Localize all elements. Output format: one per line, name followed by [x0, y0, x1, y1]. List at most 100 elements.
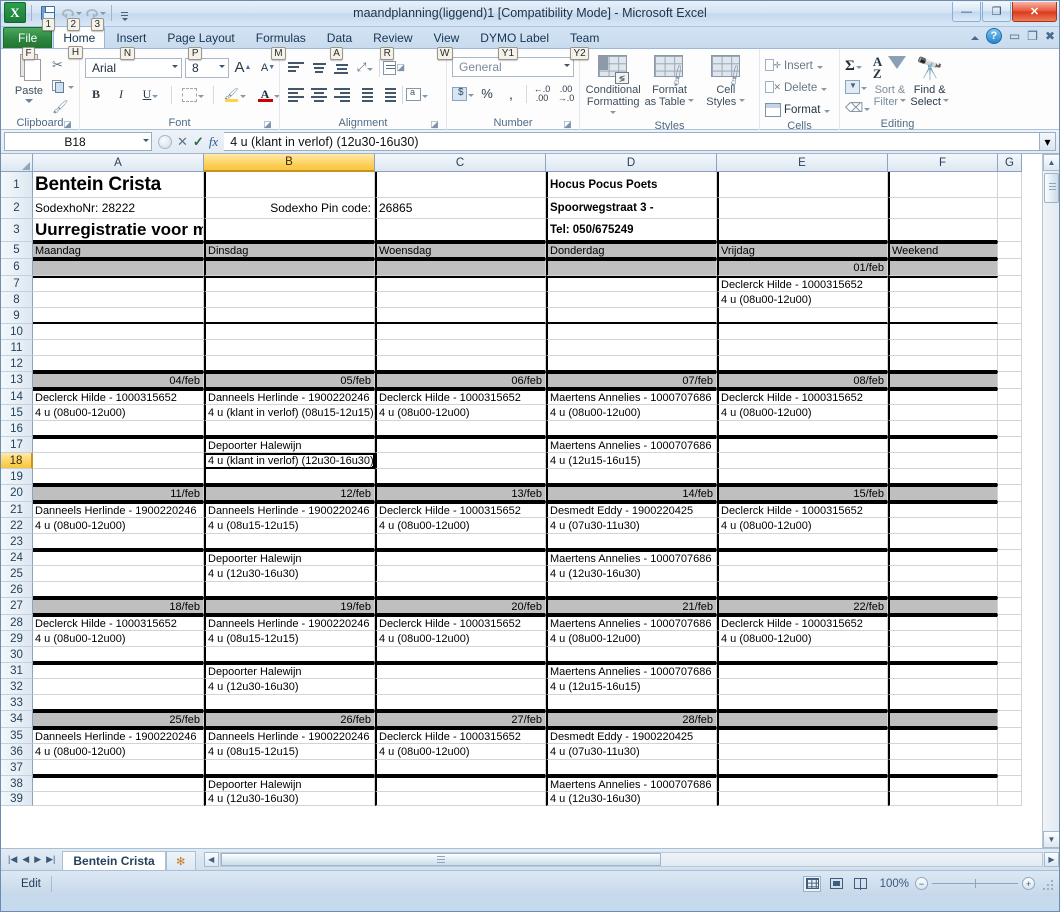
cell-B33[interactable]: [204, 695, 375, 711]
cell-E18[interactable]: [717, 453, 888, 469]
zoom-track[interactable]: [932, 879, 1018, 888]
column-header-c[interactable]: C: [375, 154, 546, 172]
cell-C5[interactable]: Woensdag: [375, 242, 546, 259]
cell-B7[interactable]: [204, 276, 375, 292]
resize-grip-icon[interactable]: [1041, 878, 1053, 890]
cell-A1[interactable]: Bentein Crista: [33, 172, 204, 198]
row-header-24[interactable]: 24: [1, 550, 33, 566]
shrink-font-button[interactable]: A ▼: [257, 57, 279, 78]
italic-button[interactable]: I: [110, 84, 132, 105]
cell-F11[interactable]: [888, 340, 998, 356]
zoom-slider[interactable]: − +: [915, 877, 1035, 890]
confirm-entry-button[interactable]: ✓: [193, 134, 204, 150]
cell-G31[interactable]: [998, 663, 1022, 679]
cell-G7[interactable]: [998, 276, 1022, 292]
align-right-button[interactable]: [331, 84, 353, 105]
cell-E19[interactable]: [717, 469, 888, 485]
cell-D2[interactable]: Spoorwegstraat 3 -: [546, 198, 717, 219]
cell-F36[interactable]: [888, 744, 998, 760]
cell-F30[interactable]: [888, 647, 998, 663]
row-header-12[interactable]: 12: [1, 356, 33, 372]
cell-C38[interactable]: [375, 776, 546, 792]
cell-C33[interactable]: [375, 695, 546, 711]
tab-dymo-label[interactable]: DYMO Label Y1: [470, 27, 559, 60]
cell-C17[interactable]: [375, 437, 546, 453]
cell-B20[interactable]: 12/feb: [204, 485, 375, 502]
cell-D28[interactable]: Maertens Annelies - 1000707686: [546, 615, 717, 631]
cell-C19[interactable]: [375, 469, 546, 485]
cell-C32[interactable]: [375, 679, 546, 695]
select-all-button[interactable]: [1, 154, 33, 172]
cell-D22[interactable]: 4 u (07u30-11u30): [546, 518, 717, 534]
row-header-36[interactable]: 36: [1, 744, 33, 760]
row-header-22[interactable]: 22: [1, 518, 33, 534]
increase-indent-button[interactable]: [377, 84, 399, 105]
cell-B24[interactable]: Depoorter Halewijn: [204, 550, 375, 566]
close-button[interactable]: ✕: [1012, 2, 1057, 22]
insert-function-button[interactable]: fx: [209, 134, 218, 150]
cell-F2[interactable]: [888, 198, 998, 219]
horizontal-scrollbar[interactable]: ◀ ▶: [196, 852, 1059, 867]
cell-E3[interactable]: [717, 219, 888, 242]
row-header-33[interactable]: 33: [1, 695, 33, 711]
cell-E29[interactable]: 4 u (08u00-12u00): [717, 631, 888, 647]
cell-B10[interactable]: [204, 324, 375, 340]
help-icon[interactable]: ?: [985, 28, 1002, 44]
restore-workbook-icon[interactable]: ❐: [1027, 29, 1038, 43]
cell-B6[interactable]: [204, 259, 375, 276]
cell-E2[interactable]: [717, 198, 888, 219]
cell-A24[interactable]: [33, 550, 204, 566]
dialog-launcher-icon[interactable]: ◪: [430, 120, 439, 129]
cell-E12[interactable]: [717, 356, 888, 372]
row-header-7[interactable]: 7: [1, 276, 33, 292]
cell-C37[interactable]: [375, 760, 546, 776]
cell-E21[interactable]: Declerck Hilde - 1000315652: [717, 502, 888, 518]
cell-C11[interactable]: [375, 340, 546, 356]
cell-G28[interactable]: [998, 615, 1022, 631]
cell-E22[interactable]: 4 u (08u00-12u00): [717, 518, 888, 534]
expand-formula-bar-button[interactable]: ▾: [1040, 132, 1056, 151]
cell-C25[interactable]: [375, 566, 546, 582]
cell-F33[interactable]: [888, 695, 998, 711]
cell-C9[interactable]: [375, 308, 546, 324]
cell-A20[interactable]: 11/feb: [33, 485, 204, 502]
underline-button[interactable]: U: [135, 84, 166, 105]
cell-G3[interactable]: [998, 219, 1022, 242]
cell-D39[interactable]: 4 u (12u30-16u30): [546, 792, 717, 806]
cell-E20[interactable]: 15/feb: [717, 485, 888, 502]
cell-B32[interactable]: 4 u (12u30-16u30): [204, 679, 375, 695]
decrease-decimal-button[interactable]: .00 →.0: [555, 83, 577, 104]
cell-C7[interactable]: [375, 276, 546, 292]
align-bottom-button[interactable]: [331, 57, 353, 78]
cell-C29[interactable]: 4 u (08u00-12u00): [375, 631, 546, 647]
cell-A19[interactable]: [33, 469, 204, 485]
cell-A8[interactable]: [33, 292, 204, 308]
borders-button[interactable]: [177, 84, 208, 105]
cell-B16[interactable]: [204, 421, 375, 437]
vertical-scrollbar[interactable]: ▲ ▼: [1042, 154, 1059, 848]
name-box[interactable]: B18: [4, 132, 152, 151]
cell-B1[interactable]: [204, 172, 375, 198]
cell-D8[interactable]: [546, 292, 717, 308]
cell-B9[interactable]: [204, 308, 375, 324]
cell-G12[interactable]: [998, 356, 1022, 372]
cell-C20[interactable]: 13/feb: [375, 485, 546, 502]
cell-A27[interactable]: 18/feb: [33, 598, 204, 615]
cell-B34[interactable]: 26/feb: [204, 711, 375, 728]
row-header-25[interactable]: 25: [1, 566, 33, 582]
cell-B11[interactable]: [204, 340, 375, 356]
cell-B22[interactable]: 4 u (08u15-12u15): [204, 518, 375, 534]
cell-B30[interactable]: [204, 647, 375, 663]
comma-format-button[interactable]: ,: [500, 83, 522, 104]
cell-E32[interactable]: [717, 679, 888, 695]
cell-A22[interactable]: 4 u (08u00-12u00): [33, 518, 204, 534]
cell-F19[interactable]: [888, 469, 998, 485]
cell-A12[interactable]: [33, 356, 204, 372]
cell-A21[interactable]: Danneels Herlinde - 1900220246: [33, 502, 204, 518]
cell-F32[interactable]: [888, 679, 998, 695]
cell-G24[interactable]: [998, 550, 1022, 566]
cell-B31[interactable]: Depoorter Halewijn: [204, 663, 375, 679]
cell-D3[interactable]: Tel: 050/675249: [546, 219, 717, 242]
cell-A35[interactable]: Danneels Herlinde - 1900220246: [33, 728, 204, 744]
cell-F9[interactable]: [888, 308, 998, 324]
